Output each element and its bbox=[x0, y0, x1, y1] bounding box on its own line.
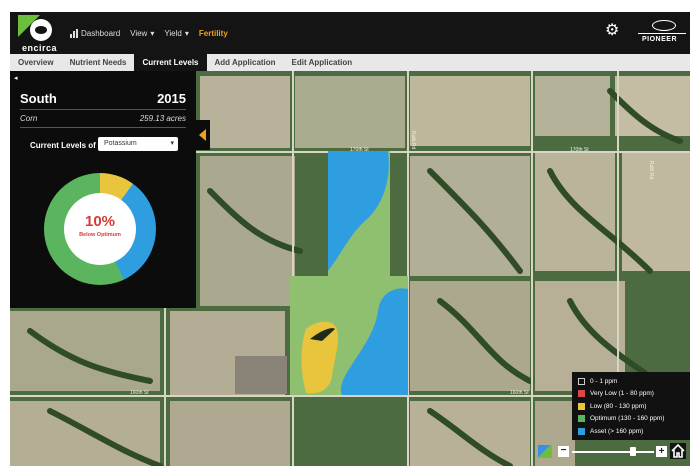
pioneer-oval-icon bbox=[652, 20, 676, 31]
back-arrow-icon[interactable]: ◂ bbox=[14, 74, 18, 82]
road-label-160th-2: 160th St bbox=[510, 390, 529, 396]
app-window: 170th St 170th St 160th St 160th St Ruth… bbox=[10, 12, 690, 466]
bar-chart-icon bbox=[70, 28, 78, 38]
home-icon[interactable] bbox=[670, 443, 686, 459]
nav-fertility[interactable]: Fertility bbox=[199, 29, 228, 38]
nav-dashboard-label: Dashboard bbox=[81, 28, 121, 38]
nav-view-label: View bbox=[130, 28, 148, 38]
tab-overview[interactable]: Overview bbox=[10, 54, 62, 71]
legend-item: 0 - 1 ppm bbox=[578, 375, 684, 388]
pioneer-divider bbox=[638, 33, 686, 34]
current-levels-label: Current Levels of bbox=[30, 141, 96, 150]
pioneer-text: PIONEER bbox=[642, 36, 678, 43]
legend-item: Low (80 - 130 ppm) bbox=[578, 400, 684, 413]
fertility-tabs: Overview Nutrient Needs Current Levels A… bbox=[10, 54, 690, 71]
legend-label: Optimum (130 - 160 ppm) bbox=[590, 415, 665, 423]
legend-label: Very Low (1 - 80 ppm) bbox=[590, 390, 654, 398]
encirca-logo[interactable]: encirca bbox=[18, 15, 62, 53]
chevron-down-icon: ▾ bbox=[150, 28, 155, 38]
nav-yield-label: Yield bbox=[164, 28, 182, 38]
legend-swatch bbox=[578, 390, 585, 398]
zoom-slider-track[interactable] bbox=[572, 451, 654, 453]
crop-name: Corn bbox=[20, 114, 38, 123]
nav-fertility-label: Fertility bbox=[198, 28, 228, 38]
road-label-160th-1: 160th St bbox=[130, 390, 149, 396]
zoom-minus-icon[interactable]: − bbox=[558, 446, 569, 457]
legend-swatch bbox=[578, 415, 585, 423]
legend-swatch bbox=[578, 427, 585, 435]
field-info-panel: ◂ South 2015 Corn 259.13 acres Current L… bbox=[10, 71, 196, 308]
field-year: 2015 bbox=[157, 91, 186, 106]
tab-edit-application[interactable]: Edit Application bbox=[284, 54, 361, 71]
nav-view[interactable]: View ▾ bbox=[130, 29, 154, 38]
map-legend: 0 - 1 ppm Very Low (1 - 80 ppm) Low (80 - … bbox=[572, 372, 690, 440]
main-nav: Dashboard View ▾ Yield ▾ Fertility bbox=[70, 12, 228, 54]
road-label-ruth-2: Ruth Rd bbox=[648, 161, 654, 180]
below-optimum-caption: Below Optimum bbox=[79, 232, 121, 238]
legend-item: Asset (> 160 ppm) bbox=[578, 425, 684, 438]
legend-item: Optimum (130 - 160 ppm) bbox=[578, 413, 684, 426]
legend-item: Very Low (1 - 80 ppm) bbox=[578, 388, 684, 401]
field-acres: 259.13 acres bbox=[139, 114, 186, 123]
logo-mark-icon bbox=[30, 19, 52, 41]
map-zoom-controls: − + bbox=[538, 443, 688, 461]
pioneer-brand-logo: PIONEER bbox=[630, 20, 686, 48]
layers-icon[interactable] bbox=[538, 445, 552, 458]
nutrient-level-donut-chart: 10% Below Optimum bbox=[44, 173, 156, 285]
panel-divider bbox=[20, 127, 186, 128]
nav-dashboard[interactable]: Dashboard bbox=[70, 28, 121, 38]
top-navigation-bar: encirca Dashboard View ▾ Yield ▾ Fertili… bbox=[10, 12, 690, 54]
legend-label: Asset (> 160 ppm) bbox=[590, 427, 644, 435]
legend-swatch bbox=[578, 377, 585, 385]
collapse-arrow-icon[interactable] bbox=[196, 120, 210, 150]
below-optimum-percent: 10% bbox=[84, 213, 116, 230]
nutrient-select-value: Potassium bbox=[104, 140, 137, 147]
zoom-plus-icon[interactable]: + bbox=[656, 446, 667, 457]
panel-divider bbox=[20, 109, 186, 110]
road-label-ruth-1: Ruth Rd bbox=[410, 131, 416, 150]
nav-yield[interactable]: Yield ▾ bbox=[164, 29, 189, 38]
chevron-down-icon: ▾ bbox=[184, 28, 189, 38]
zoom-slider-handle[interactable] bbox=[630, 447, 636, 456]
logo-text: encirca bbox=[22, 43, 58, 53]
nutrient-select[interactable]: Potassium ▾ bbox=[98, 137, 178, 151]
legend-swatch bbox=[578, 402, 585, 410]
tab-add-application[interactable]: Add Application bbox=[207, 54, 284, 71]
donut-center: 10% Below Optimum bbox=[64, 193, 136, 265]
tab-current-levels[interactable]: Current Levels bbox=[134, 54, 207, 71]
legend-label: Low (80 - 130 ppm) bbox=[590, 402, 647, 410]
chevron-down-icon: ▾ bbox=[170, 140, 174, 147]
road-label-170th-2: 170th St bbox=[570, 147, 589, 153]
field-name: South bbox=[20, 91, 57, 106]
tab-nutrient-needs[interactable]: Nutrient Needs bbox=[62, 54, 135, 71]
gear-icon[interactable]: ⚙ bbox=[605, 23, 619, 39]
legend-label: 0 - 1 ppm bbox=[590, 377, 618, 385]
